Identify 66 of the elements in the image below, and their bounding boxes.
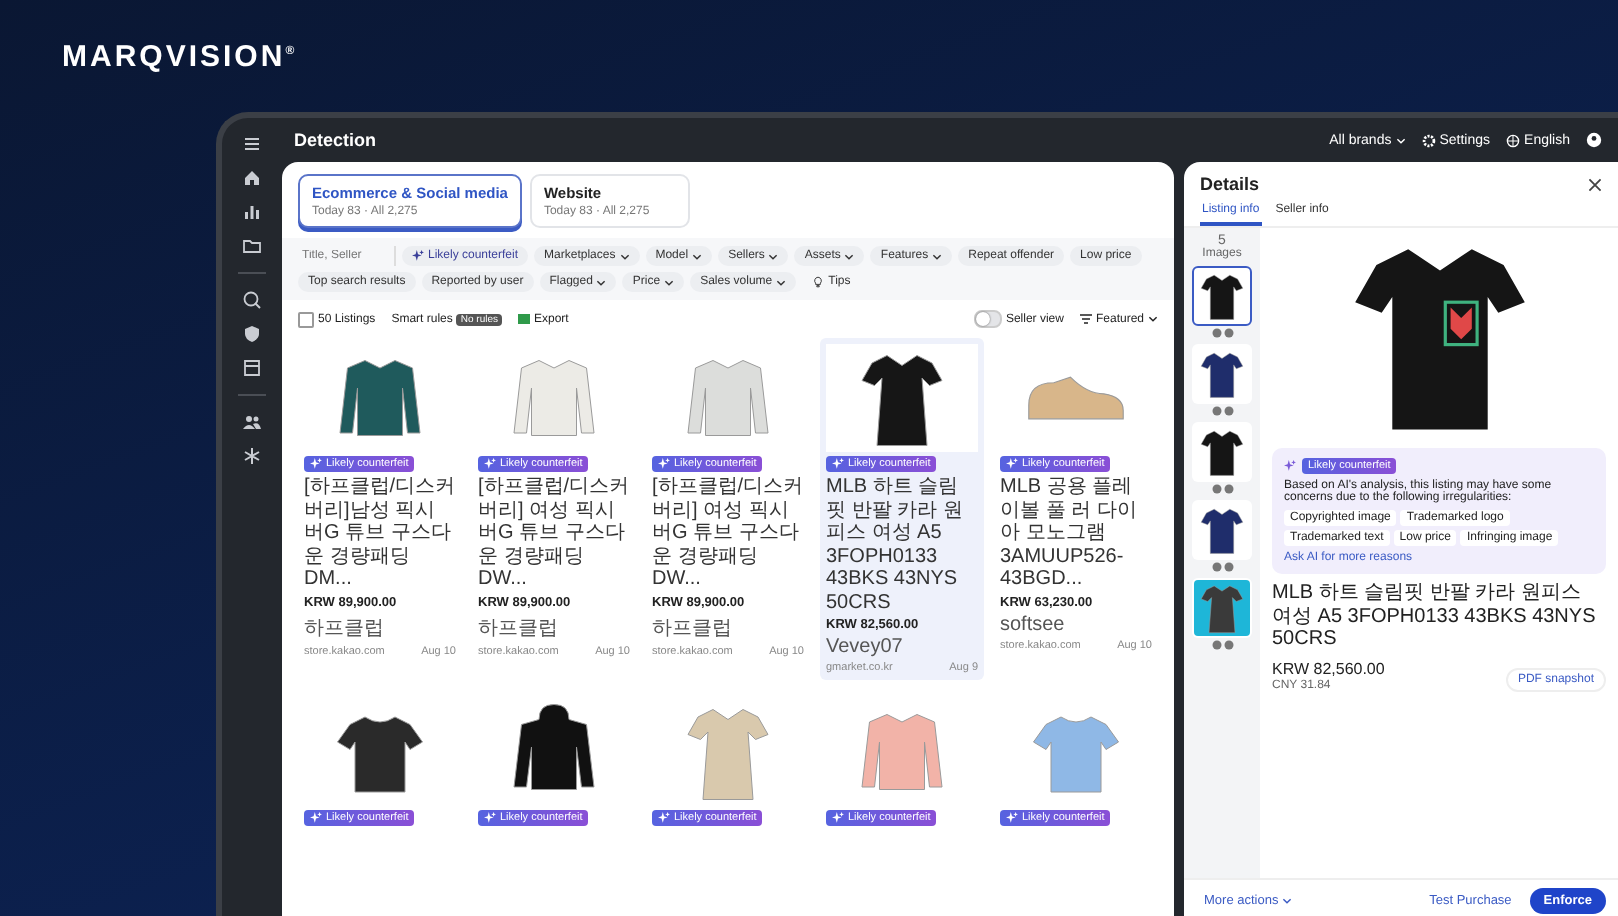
folder-icon[interactable]	[242, 236, 262, 256]
image-thumbnail[interactable]	[1192, 500, 1252, 560]
sparkle-icon	[658, 458, 670, 470]
sparkle-icon	[484, 458, 496, 470]
user-icon[interactable]	[1586, 132, 1602, 148]
bar-chart-icon[interactable]	[242, 202, 262, 222]
image-thumbnail[interactable]	[1192, 344, 1252, 404]
caret-icon	[596, 279, 607, 285]
archive-icon[interactable]	[242, 358, 262, 378]
caret-icon	[776, 279, 787, 285]
product-drawing	[1196, 426, 1248, 478]
seller-name: 하프클럽	[478, 615, 560, 641]
panel-title: Details	[1200, 174, 1260, 194]
seller-name: 하프클럽	[652, 615, 734, 641]
sparkle-icon	[310, 458, 322, 470]
select-all-checkbox[interactable]	[298, 311, 314, 327]
image-thumbnail[interactable]	[1192, 266, 1252, 326]
caret-icon	[1282, 898, 1293, 904]
asterisk-icon[interactable]	[242, 446, 262, 466]
image-thumbnail[interactable]	[1192, 422, 1252, 482]
caret-icon	[932, 253, 943, 259]
listing-title: [하프클럽/디스커버리] 여성 픽시 버G 튜브 구스다운 경량패딩 DW...	[478, 476, 630, 591]
globe-icon	[1506, 133, 1521, 147]
seller-name: Vevey07	[826, 636, 905, 658]
shield-icon[interactable]	[242, 324, 262, 344]
settings-icon	[1421, 133, 1436, 147]
listing-title: [하프클럽/디스커버리]남성 픽시 버G 튜브 구스다운 경량패딩 DM...	[304, 476, 456, 591]
menu-icon[interactable]	[242, 134, 262, 154]
people-icon[interactable]	[242, 412, 262, 432]
caret-icon	[619, 253, 630, 259]
home-icon[interactable]	[242, 168, 262, 188]
seller-view-toggle[interactable]	[973, 310, 1002, 328]
seller-name: 하프클럽	[304, 615, 386, 641]
brand-logo: MARQVISION$^{®}$	[62, 39, 298, 73]
seller-name: softsee	[1000, 613, 1067, 635]
sparkle-icon	[1284, 460, 1296, 472]
sparkle-icon	[658, 812, 670, 824]
listing-title: MLB 공용 플레이볼 풀 러 다이아 모노그램 3AMUUP526-43BGD...	[1000, 476, 1139, 591]
close-button[interactable]	[1588, 177, 1602, 191]
caret-icon	[664, 279, 675, 285]
search-icon[interactable]	[242, 290, 262, 310]
sparkle-icon	[484, 812, 496, 824]
caret-icon	[692, 253, 703, 259]
product-drawing	[1026, 374, 1126, 422]
sparkle-icon	[832, 812, 844, 824]
sparkle-icon	[310, 812, 322, 824]
sparkle-icon	[1006, 458, 1018, 470]
product-title: MLB 하트 슬림핏 반팔 카라 원피스 여성 A5 3FOPH0133 43BKS 43NYS 50CRS	[1272, 582, 1598, 651]
product-drawing	[1196, 348, 1248, 400]
caret-icon	[1148, 316, 1158, 322]
caret-icon	[768, 253, 779, 259]
sparkle-icon	[1006, 812, 1018, 824]
sparkle-icon	[412, 250, 424, 262]
product-drawing	[1196, 504, 1248, 556]
page-title: Detection	[294, 130, 377, 150]
close-icon	[1588, 177, 1602, 191]
caret-icon	[1395, 137, 1406, 143]
product-price: KRW 82,560.00	[1272, 659, 1385, 677]
sparkle-icon	[832, 458, 844, 470]
caret-icon	[844, 253, 855, 259]
listing-title: [하프클럽/디스커버리] 여성 픽시 버G 튜브 구스다운 경량패딩 DW...	[652, 476, 804, 591]
listing-title: MLB 하트 슬림핏 반팔 카라 원피스 여성 A5 3FOPH0133 43BKS 43NYS 50CRS	[826, 476, 965, 614]
lightbulb-icon	[812, 276, 825, 288]
product-drawing	[1196, 270, 1248, 322]
sort-icon	[1079, 314, 1092, 324]
spreadsheet-icon	[518, 314, 530, 324]
